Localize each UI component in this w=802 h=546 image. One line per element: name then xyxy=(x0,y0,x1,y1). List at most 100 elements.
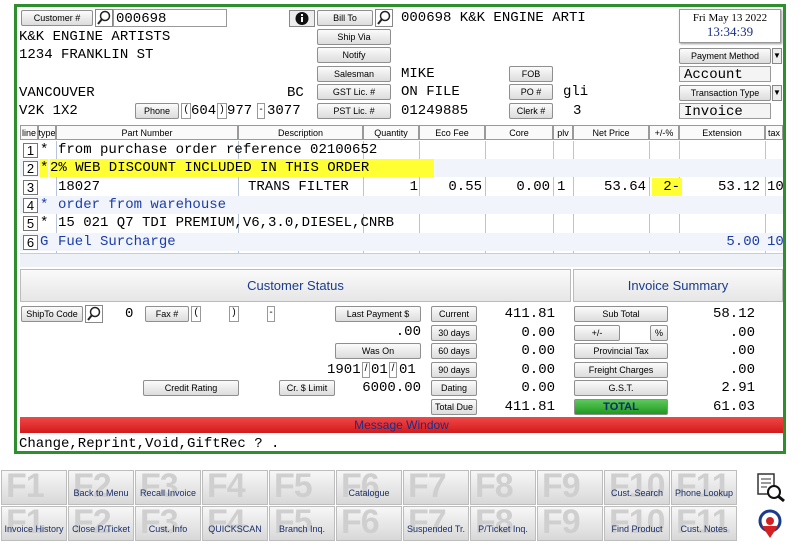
payment-method-button[interactable]: Payment Method xyxy=(679,48,771,64)
col-header-type[interactable]: type xyxy=(38,125,56,140)
col-header-plv[interactable]: plv xyxy=(553,125,573,140)
total-button[interactable]: TOTAL xyxy=(574,399,668,415)
table-row[interactable]: 3 18027 TRANS FILTER 1 0.55 0.00 1 53.64… xyxy=(20,178,784,196)
fkeys_bot-f7-key[interactable]: F7 Suspended Tr. xyxy=(403,506,469,541)
transaction-type-dropdown-icon[interactable]: ▼ xyxy=(772,85,782,101)
clerk-number-button[interactable]: Clerk # xyxy=(509,103,553,119)
fkeys_bot-f5-key[interactable]: F5 Branch Inq. xyxy=(269,506,335,541)
table-row[interactable]: 1 * from purchase order reference 021006… xyxy=(20,141,783,159)
aging-current-label[interactable]: Current xyxy=(431,306,477,322)
transaction-type-value[interactable]: Invoice xyxy=(679,103,771,120)
total-due-label[interactable]: Total Due xyxy=(431,399,477,415)
shipto-code-button[interactable]: ShipTo Code xyxy=(21,306,83,322)
fkeys_top-f5-key[interactable]: F5 xyxy=(269,470,335,505)
fkeys_bot-f11-key[interactable]: F11 Cust. Notes xyxy=(671,506,737,541)
row-comment: 15 021 Q7 TDI PREMIUM,V6,3.0,DIESEL,CNRB xyxy=(58,215,395,231)
col-header-line[interactable]: line xyxy=(20,125,38,140)
col-header-tax[interactable]: tax xyxy=(765,125,783,140)
fkeys_top-f4-key[interactable]: F4 xyxy=(202,470,268,505)
phone-line[interactable]: 3077 xyxy=(267,103,301,119)
fkeys_top-f2-key[interactable]: F2 Back to Menu xyxy=(68,470,134,505)
info-icon[interactable] xyxy=(289,10,315,27)
credit-rating-button[interactable]: Credit Rating xyxy=(143,380,239,396)
gst-license-button[interactable]: GST Lic. # xyxy=(317,84,391,100)
aging-30-label[interactable]: 30 days xyxy=(431,325,477,341)
customer-number-button[interactable]: Customer # xyxy=(21,10,93,26)
fkeys_top-f7-key[interactable]: F7 xyxy=(403,470,469,505)
location-pin-icon[interactable] xyxy=(740,506,800,541)
document-search-icon[interactable] xyxy=(740,470,800,505)
gst-button[interactable]: G.S.T. xyxy=(574,380,668,396)
provincial-tax-button[interactable]: Provincial Tax xyxy=(574,343,668,359)
col-header-quantity[interactable]: Quantity xyxy=(363,125,419,140)
fkeys_bot-f6-key[interactable]: F6 xyxy=(336,506,402,541)
freight-charges-button[interactable]: Freight Charges xyxy=(574,362,668,378)
dating-label[interactable]: Dating xyxy=(431,380,477,396)
transaction-type-button[interactable]: Transaction Type xyxy=(679,85,771,101)
fob-button[interactable]: FOB xyxy=(509,66,553,82)
plus-minus-button[interactable]: +/- xyxy=(574,325,620,341)
line-number[interactable]: 2 xyxy=(23,161,38,176)
sub-total-button[interactable]: Sub Total xyxy=(574,306,668,322)
fkey-number: F9 xyxy=(542,506,581,541)
fkeys_top-f11-key[interactable]: F11 Phone Lookup xyxy=(671,470,737,505)
fkeys_bot-f10-key[interactable]: F10 Find Product xyxy=(604,506,670,541)
fkeys_top-f6-key[interactable]: F6 Catalogue xyxy=(336,470,402,505)
bill-to-search-icon[interactable] xyxy=(375,9,393,27)
po-number-button[interactable]: PO # xyxy=(509,84,553,100)
line-number[interactable]: 1 xyxy=(23,143,38,158)
table-row[interactable]: 6 G Fuel Surcharge 5.00 10 xyxy=(20,233,784,251)
table-row[interactable]: 4 * order from warehouse xyxy=(20,196,783,214)
fax-dash: - xyxy=(267,306,275,322)
fkeys_top-f1-key[interactable]: F1 xyxy=(1,470,67,505)
col-header-core[interactable]: Core xyxy=(485,125,553,140)
aging-60-label[interactable]: 60 days xyxy=(431,343,477,359)
col-header-extension[interactable]: Extension xyxy=(679,125,765,140)
description: TRANS FILTER xyxy=(248,179,349,195)
col-header-description[interactable]: Description xyxy=(238,125,363,140)
fkey-label: Back to Menu xyxy=(73,488,129,498)
fkeys_bot-f3-key[interactable]: F3 Cust. Info xyxy=(135,506,201,541)
phone-prefix[interactable]: 977 xyxy=(227,103,252,119)
col-header-net-price[interactable]: Net Price xyxy=(573,125,649,140)
fkeys_top-f10-key[interactable]: F10 Cust. Search xyxy=(604,470,670,505)
col-header-part-number[interactable]: Part Number xyxy=(56,125,238,140)
grid-scroll-area[interactable] xyxy=(20,253,783,267)
phone-button[interactable]: Phone xyxy=(135,103,179,119)
phone-area[interactable]: 604 xyxy=(191,103,216,119)
last-payment-button[interactable]: Last Payment $ xyxy=(335,306,421,322)
line-number[interactable]: 3 xyxy=(23,180,38,195)
aging-90-label[interactable]: 90 days xyxy=(431,362,477,378)
fkeys_bot-f1-key[interactable]: F1 Invoice History xyxy=(1,506,67,541)
customer-search-icon[interactable] xyxy=(95,9,113,27)
notify-button[interactable]: Notify xyxy=(317,47,391,63)
was-on-button[interactable]: Was On xyxy=(335,343,421,359)
salesman-button[interactable]: Salesman xyxy=(317,66,391,82)
table-row[interactable]: 2 * 2% WEB DISCOUNT INCLUDED IN THIS ORD… xyxy=(20,159,783,177)
fkeys_bot-f2-key[interactable]: F2 Close P/Ticket xyxy=(68,506,134,541)
credit-limit-button[interactable]: Cr. $ Limit xyxy=(279,380,335,396)
percent-button[interactable]: % xyxy=(650,325,668,341)
pst-license-button[interactable]: PST Lic. # xyxy=(317,103,391,119)
fkeys_bot-f4-key[interactable]: F4 QUICKSCAN xyxy=(202,506,268,541)
fkeys_top-f9-key[interactable]: F9 xyxy=(537,470,603,505)
payment-method-dropdown-icon[interactable]: ▼ xyxy=(772,48,782,64)
customer-number-field[interactable]: 000698 xyxy=(113,9,227,27)
line-number[interactable]: 4 xyxy=(23,198,38,213)
fkeys_bot-f8-key[interactable]: F8 P/Ticket Inq. xyxy=(470,506,536,541)
fkey-label: Cust. Notes xyxy=(680,524,728,534)
line-number[interactable]: 6 xyxy=(23,235,38,250)
table-row[interactable]: 5 * 15 021 Q7 TDI PREMIUM,V6,3.0,DIESEL,… xyxy=(20,214,783,232)
fkeys_top-f8-key[interactable]: F8 xyxy=(470,470,536,505)
col-header-pct[interactable]: +/-% xyxy=(649,125,679,140)
payment-method-value[interactable]: Account xyxy=(679,66,771,83)
col-header-eco-fee[interactable]: Eco Fee xyxy=(419,125,485,140)
line-number[interactable]: 5 xyxy=(23,216,38,231)
fkeys_bot-f9-key[interactable]: F9 xyxy=(537,506,603,541)
fkeys_top-f3-key[interactable]: F3 Recall Invoice xyxy=(135,470,201,505)
fax-number-button[interactable]: Fax # xyxy=(145,306,189,322)
bill-to-button[interactable]: Bill To xyxy=(317,10,373,26)
ship-via-button[interactable]: Ship Via xyxy=(317,29,391,45)
shipto-search-icon[interactable] xyxy=(85,305,103,323)
total-due-value: 411.81 xyxy=(504,399,555,415)
